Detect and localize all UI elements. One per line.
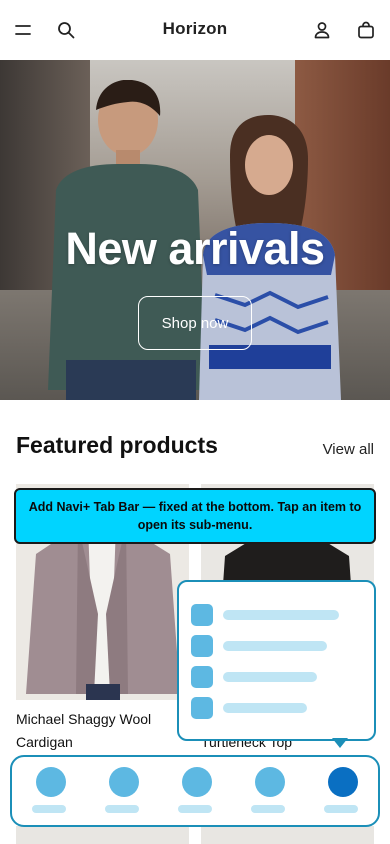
- submenu-item-icon: [191, 604, 213, 626]
- product-name-cardigan-line1[interactable]: Michael Shaggy Wool: [16, 708, 151, 731]
- view-all-link[interactable]: View all: [323, 441, 374, 458]
- tab-icon: [36, 767, 66, 797]
- tab-submenu-popover: [177, 580, 376, 741]
- navi-plus-banner: Add Navi+ Tab Bar — fixed at the bottom.…: [14, 488, 376, 544]
- tab-item-4[interactable]: [250, 767, 290, 817]
- submenu-item-label-placeholder: [223, 610, 339, 620]
- submenu-item-icon: [191, 666, 213, 688]
- tab-icon: [182, 767, 212, 797]
- tab-item-5-active[interactable]: [323, 767, 363, 817]
- tab-label-placeholder: [105, 805, 139, 813]
- shop-now-button[interactable]: Shop now: [138, 296, 252, 350]
- featured-title: Featured products: [16, 432, 218, 458]
- product-image-next-1[interactable]: [16, 826, 189, 844]
- tab-icon: [109, 767, 139, 797]
- product-image-next-2[interactable]: [201, 826, 374, 844]
- cart-icon[interactable]: [354, 18, 378, 42]
- tab-item-3[interactable]: [177, 767, 217, 817]
- submenu-item-label-placeholder: [223, 672, 317, 682]
- header: Horizon: [0, 0, 390, 60]
- submenu-item-icon: [191, 697, 213, 719]
- submenu-item[interactable]: [191, 635, 327, 657]
- submenu-item[interactable]: [191, 604, 339, 626]
- tab-label-placeholder: [251, 805, 285, 813]
- submenu-caret-icon: [332, 738, 348, 748]
- account-icon[interactable]: [310, 18, 334, 42]
- hero-title: New arrivals: [65, 223, 325, 274]
- submenu-item[interactable]: [191, 697, 307, 719]
- tab-item-2[interactable]: [104, 767, 144, 817]
- product-name-cardigan-line2[interactable]: Cardigan: [16, 731, 73, 754]
- hero-banner: New arrivals Shop now: [0, 60, 390, 400]
- tab-label-placeholder: [178, 805, 212, 813]
- tab-label-placeholder: [32, 805, 66, 813]
- submenu-item-icon: [191, 635, 213, 657]
- tab-icon-active: [328, 767, 358, 797]
- tab-item-1[interactable]: [31, 767, 71, 817]
- submenu-item[interactable]: [191, 666, 317, 688]
- submenu-item-label-placeholder: [223, 703, 307, 713]
- tab-label-placeholder: [324, 805, 358, 813]
- tab-icon: [255, 767, 285, 797]
- submenu-item-label-placeholder: [223, 641, 327, 651]
- bottom-tab-bar: [10, 755, 380, 827]
